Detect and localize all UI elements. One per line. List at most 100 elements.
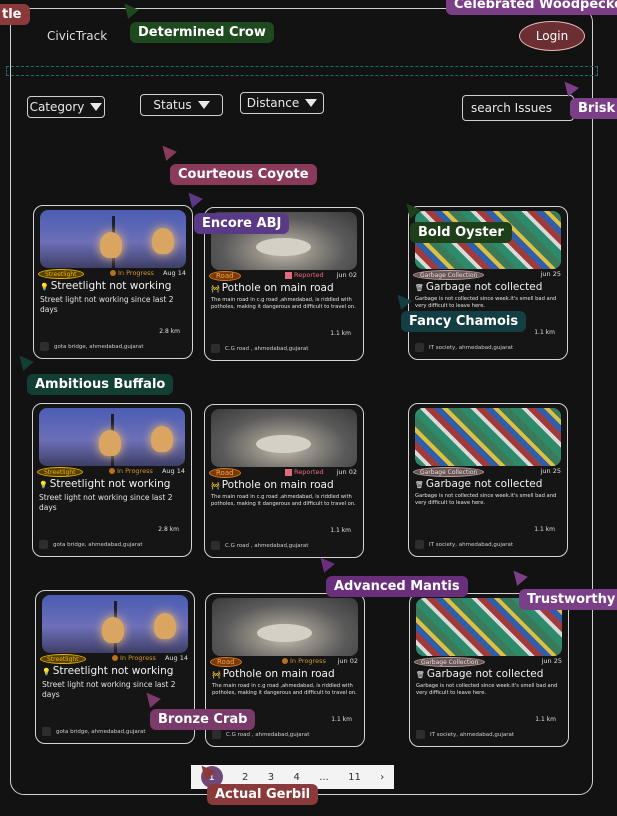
- issue-date: jun 25: [541, 657, 562, 665]
- issue-title-text: Garbage not collected: [426, 668, 544, 680]
- page-2-button[interactable]: 2: [242, 772, 248, 783]
- next-page-button[interactable]: ›: [380, 772, 384, 783]
- page-3-button[interactable]: 3: [268, 772, 274, 783]
- progress-icon: [112, 655, 118, 661]
- issue-card[interactable]: Streetlight In Progress Aug 14 💡 Streetlight…: [33, 205, 193, 359]
- issue-date: Aug 14: [164, 654, 188, 662]
- issue-title: 🚧 Pothole on main road: [212, 668, 335, 680]
- page-4-button[interactable]: 4: [294, 772, 300, 783]
- distance-filter[interactable]: Distance: [240, 92, 324, 114]
- issue-description: Garbage is not collected since week.it's…: [415, 493, 557, 506]
- issue-title: 💡 Streetlight not working: [39, 478, 170, 490]
- issue-description: Street light not working since last 2 da…: [39, 493, 173, 512]
- location-icon: [39, 540, 48, 549]
- location-icon: [212, 730, 221, 739]
- issue-description: Garbage is not collected since week.it's…: [416, 683, 558, 696]
- collaborator-cursor-label: Encore ABJ: [194, 213, 290, 234]
- category-filter[interactable]: Category: [27, 96, 105, 118]
- issue-description: The main road in c.g road ,ahmedabad, is…: [212, 683, 357, 696]
- issue-location: gota bridge, ahmedabad,gujarat: [40, 342, 144, 351]
- issue-title-text: Streetlight not working: [49, 478, 171, 490]
- issue-image: [415, 408, 561, 466]
- category-icon: 🗑: [415, 284, 424, 292]
- collaborator-cursor-label: Determined Crow: [130, 22, 274, 43]
- issue-date: jun 25: [540, 270, 561, 278]
- issue-title-text: Streetlight not working: [52, 665, 174, 677]
- location-icon: [211, 541, 220, 550]
- page-11-button[interactable]: 11: [348, 772, 361, 783]
- page-ellipsis: ...: [319, 771, 329, 783]
- location-icon: [211, 344, 220, 353]
- issue-card[interactable]: Garbage Collection jun 25 🗑 Garbage not col…: [409, 593, 569, 747]
- collaborator-cursor-label: tle: [0, 4, 30, 25]
- chevron-down-icon: [305, 99, 318, 107]
- category-tag: Road: [209, 468, 241, 478]
- login-button[interactable]: Login: [519, 21, 585, 51]
- issue-location: C.G road , ahmedabad,gujarat: [211, 344, 308, 353]
- search-input[interactable]: [462, 95, 574, 121]
- category-tag: Streetlight: [37, 467, 83, 477]
- issue-card[interactable]: Road Reported jun 02 🚧 Pothole on main road T…: [204, 404, 364, 558]
- issue-location: IT society, ahmedabad,gujarat: [415, 540, 513, 549]
- category-filter-label: Category: [29, 100, 85, 114]
- issue-title: 🗑 Garbage not collected: [415, 478, 542, 490]
- chevron-down-icon: [90, 103, 103, 111]
- collaborator-cursor-label: Bronze Crab: [150, 709, 256, 730]
- issue-description: Garbage is not collected since week.it's…: [415, 296, 557, 309]
- issue-title: 🚧 Pothole on main road: [211, 479, 334, 491]
- issue-card[interactable]: Streetlight In Progress Aug 14 💡 Streetlight…: [32, 403, 192, 557]
- progress-icon: [110, 270, 116, 276]
- collaborator-cursor-label: Brisk: [570, 98, 617, 119]
- category-icon: 🚧: [211, 285, 220, 293]
- issue-location: gota bridge, ahmedabad,gujarat: [39, 540, 143, 549]
- issue-image: [39, 408, 185, 466]
- issue-title: 🗑 Garbage not collected: [416, 668, 543, 680]
- status-filter[interactable]: Status: [140, 94, 223, 116]
- category-icon: 🗑: [415, 481, 424, 489]
- issue-image: [40, 210, 186, 268]
- issue-date: jun 02: [336, 271, 357, 279]
- issue-description: The main road in c.g road ,ahmedabad, is…: [211, 494, 356, 507]
- issue-location-text: C.G road , ahmedabad,gujarat: [225, 345, 309, 352]
- collaborator-cursor-label: Fancy Chamois: [401, 311, 527, 332]
- status-text: In Progress: [120, 654, 156, 662]
- issue-title: 💡 Streetlight not working: [42, 665, 173, 677]
- issue-distance: 1.1 km: [534, 329, 555, 336]
- distance-filter-label: Distance: [246, 96, 300, 110]
- issue-title-text: Garbage not collected: [425, 478, 543, 490]
- collaborator-cursor-label: Trustworthy: [519, 589, 617, 610]
- issue-description: The main road in c.g road ,ahmedabad, is…: [211, 297, 356, 310]
- issue-distance: 1.1 km: [535, 716, 556, 723]
- issue-description: Street light not working since last 2 da…: [42, 680, 176, 699]
- status-badge: Reported: [285, 271, 324, 279]
- progress-icon: [109, 468, 115, 474]
- category-icon: 💡: [40, 283, 49, 291]
- status-filter-label: Status: [153, 98, 192, 112]
- issue-location-text: C.G road , ahmedabad,gujarat: [226, 731, 310, 738]
- issue-title-text: Streetlight not working: [50, 280, 172, 292]
- issue-image: [42, 595, 188, 653]
- issue-location: C.G road , ahmedabad,gujarat: [211, 541, 308, 550]
- location-icon: [415, 343, 424, 352]
- issue-location: IT society, ahmedabad,gujarat: [415, 343, 513, 352]
- selection-outline: [6, 66, 598, 76]
- issue-location-text: gota bridge, ahmedabad,gujarat: [56, 728, 146, 735]
- flag-icon: [285, 468, 292, 476]
- issue-distance: 1.1 km: [330, 330, 351, 337]
- brand-logo: CivicTrack: [47, 29, 108, 43]
- collaborator-cursor-label: Ambitious Buffalo: [27, 374, 174, 395]
- category-icon: 💡: [42, 668, 51, 676]
- category-tag: Road: [210, 657, 242, 667]
- category-icon: 🚧: [211, 482, 220, 490]
- issue-card[interactable]: Garbage Collection jun 25 🗑 Garbage not col…: [408, 403, 568, 557]
- status-text: In Progress: [290, 657, 326, 665]
- issue-distance: 1.1 km: [330, 527, 351, 534]
- issue-title: 💡 Streetlight not working: [40, 280, 171, 292]
- issue-distance: 2.8 km: [158, 526, 179, 533]
- issue-location-text: IT society, ahmedabad,gujarat: [429, 344, 514, 351]
- collaborator-cursor-label: Actual Gerbil: [207, 784, 319, 805]
- status-badge: Reported: [285, 468, 324, 476]
- issue-location: IT society, ahmedabad,gujarat: [416, 730, 514, 739]
- issue-location-text: gota bridge, ahmedabad,gujarat: [54, 343, 144, 350]
- status-badge: In Progress: [282, 657, 326, 665]
